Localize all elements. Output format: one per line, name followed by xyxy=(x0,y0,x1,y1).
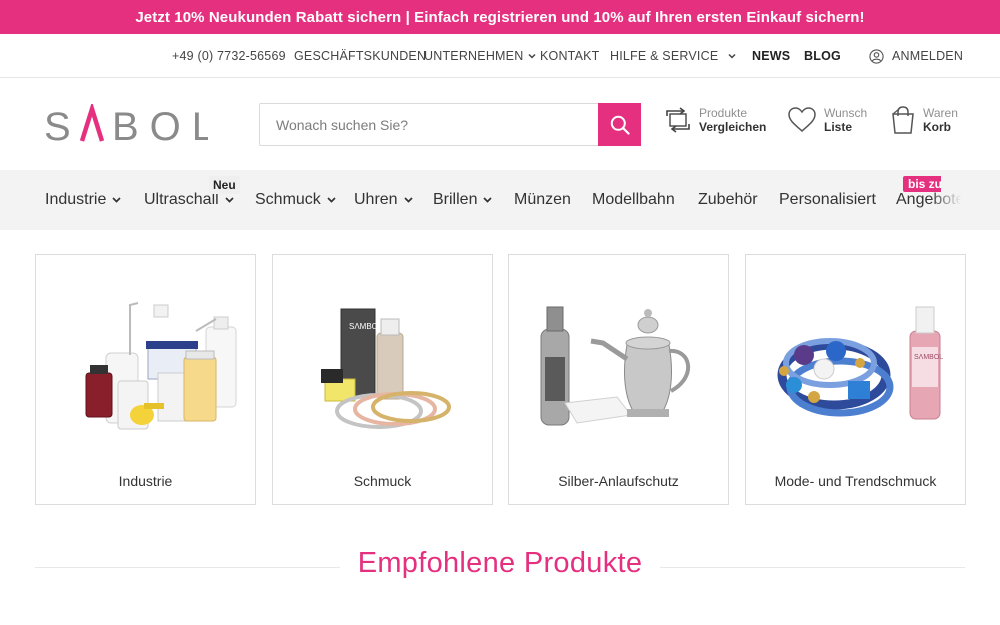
company-menu[interactable]: UNTERNEHMEN xyxy=(424,34,536,78)
company-menu-label: UNTERNEHMEN xyxy=(424,49,524,63)
svg-text:SΛMBOL: SΛMBOL xyxy=(914,354,943,361)
category-tile-silber-anlaufschutz[interactable]: Silber-Anlaufschutz xyxy=(508,254,729,505)
nav-item-schmuck[interactable]: Schmuck xyxy=(255,170,336,230)
compare-big: Vergleichen xyxy=(699,120,767,134)
chevron-down-icon xyxy=(403,197,413,203)
category-nav: Industrie Ultraschall Schmuck Uhren Bril… xyxy=(0,170,1000,230)
category-label: Silber-Anlaufschutz xyxy=(558,473,679,489)
nav-item-uhren[interactable]: Uhren xyxy=(354,170,413,230)
promo-text: Jetzt 10% Neukunden Rabatt sichern | Ein… xyxy=(135,8,865,26)
user-icon xyxy=(869,48,884,64)
svg-text:S: S xyxy=(44,105,83,146)
nav-label: Münzen xyxy=(514,191,571,208)
contact-link[interactable]: KONTAKT xyxy=(540,34,600,78)
category-label: Schmuck xyxy=(353,473,412,489)
nav-label: Ultraschall xyxy=(144,191,219,208)
site-logo[interactable]: S BOL xyxy=(44,104,208,146)
category-label: Industrie xyxy=(118,473,173,489)
nav-label: Zubehör xyxy=(698,191,758,208)
fashion-jewelry-image: SΛMBOL xyxy=(777,306,943,420)
category-tile-industrie[interactable]: Industrie xyxy=(35,254,256,505)
new-badge: Neu xyxy=(209,176,240,194)
category-tile-schmuck[interactable]: SΛMBOL Schmuck xyxy=(272,254,493,505)
help-service-menu[interactable]: HILFE & SERVICE xyxy=(610,34,736,78)
recommended-products-heading: Empfohlene Produkte xyxy=(340,547,660,580)
category-tile-mode-trendschmuck[interactable]: SΛMBOL Mode- und Trendschmuck xyxy=(745,254,966,505)
blog-link[interactable]: BLOG xyxy=(804,34,841,78)
news-link[interactable]: NEWS xyxy=(752,34,790,78)
compare-products-button[interactable]: Produkte Vergleichen xyxy=(665,106,766,134)
promo-banner[interactable]: Jetzt 10% Neukunden Rabatt sichern | Ein… xyxy=(0,0,1000,34)
cart-big: Korb xyxy=(923,120,951,134)
business-customers-link[interactable]: GESCHÄFTSKUNDEN xyxy=(294,34,426,78)
nav-label: Modellbahn xyxy=(592,191,675,208)
industrie-image xyxy=(85,302,237,430)
schmuck-image: SΛMBOL xyxy=(321,308,451,429)
chevron-down-icon xyxy=(112,197,121,203)
svg-text:BOL: BOL xyxy=(112,105,208,146)
wishlist-big: Liste xyxy=(824,120,853,134)
sambol-logo: S BOL xyxy=(44,104,208,146)
compare-small: Produkte xyxy=(699,106,748,120)
nav-label: Personalisiert xyxy=(779,191,876,208)
search-button[interactable] xyxy=(598,103,641,146)
nav-label: Uhren xyxy=(354,191,398,208)
cart-small: Waren xyxy=(923,106,958,120)
nav-item-brillen[interactable]: Brillen xyxy=(433,170,493,230)
search-icon xyxy=(610,115,630,135)
compare-icon xyxy=(666,107,690,133)
chevron-down-icon xyxy=(728,53,736,59)
offer-badge: bis zu xyxy=(903,176,941,192)
nav-label: Schmuck xyxy=(255,191,321,208)
chevron-down-icon xyxy=(225,197,234,203)
chevron-down-icon xyxy=(483,197,493,203)
phone-number[interactable]: +49 (0) 7732-56569 xyxy=(172,34,286,78)
shopping-bag-icon xyxy=(892,106,914,134)
wishlist-button[interactable]: Wunsch Liste xyxy=(788,106,867,134)
silver-protection-image xyxy=(540,306,691,426)
nav-item-muenzen[interactable]: Münzen xyxy=(514,170,571,230)
nav-item-industrie[interactable]: Industrie xyxy=(45,170,121,230)
nav-label: Industrie xyxy=(45,191,107,208)
search-box xyxy=(259,103,641,146)
svg-text:SΛMBOL: SΛMBOL xyxy=(349,322,383,331)
wishlist-small: Wunsch xyxy=(824,106,868,120)
nav-label: Brillen xyxy=(433,191,478,208)
cart-button[interactable]: Waren Korb xyxy=(891,106,958,134)
nav-item-personalisiert[interactable]: Personalisiert xyxy=(779,170,876,230)
login-label: ANMELDEN xyxy=(892,49,964,63)
search-input[interactable] xyxy=(260,104,598,145)
chevron-down-icon xyxy=(327,197,336,203)
service-bar: +49 (0) 7732-56569 GESCHÄFTSKUNDEN UNTER… xyxy=(0,34,1000,78)
category-label: Mode- und Trendschmuck xyxy=(774,473,937,489)
nav-item-zubehoer[interactable]: Zubehör xyxy=(698,170,758,230)
heart-icon xyxy=(788,107,816,132)
help-service-label: HILFE & SERVICE xyxy=(610,49,719,63)
chevron-down-icon xyxy=(528,53,536,59)
nav-item-modellbahn[interactable]: Modellbahn xyxy=(592,170,675,230)
login-link[interactable]: ANMELDEN xyxy=(869,34,963,78)
